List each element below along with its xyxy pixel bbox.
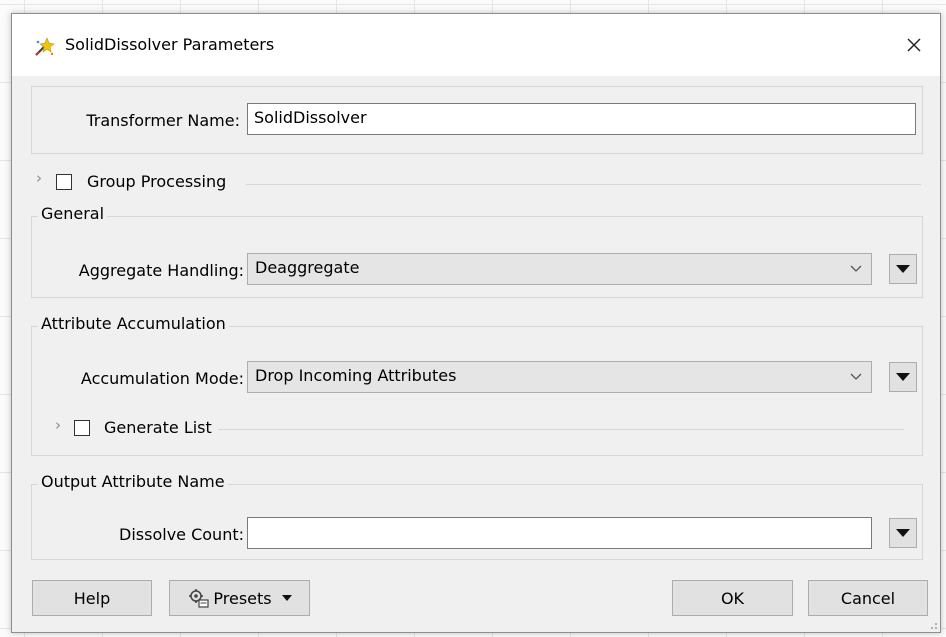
accumulation-mode-label: Accumulation Mode: bbox=[80, 369, 244, 388]
generate-list-divider bbox=[218, 429, 904, 430]
title-bar: SolidDissolver Parameters bbox=[12, 14, 940, 76]
output-attribute-name-group: Output Attribute Name Dissolve Count: bbox=[31, 472, 923, 560]
presets-gear-icon bbox=[189, 589, 209, 608]
cancel-button[interactable]: Cancel bbox=[808, 580, 928, 616]
transformer-name-input[interactable]: SolidDissolver bbox=[247, 103, 916, 135]
triangle-down-icon bbox=[281, 595, 292, 601]
output-attribute-name-legend: Output Attribute Name bbox=[38, 472, 228, 491]
accumulation-mode-menu-button[interactable] bbox=[889, 362, 917, 392]
group-processing-expander-icon[interactable]: › bbox=[36, 169, 42, 187]
presets-button-label: Presets bbox=[213, 588, 272, 608]
aggregate-handling-value: Deaggregate bbox=[255, 258, 360, 277]
close-icon bbox=[907, 38, 921, 52]
generate-list-checkbox[interactable] bbox=[74, 420, 90, 436]
generate-list-expander-icon[interactable]: › bbox=[55, 416, 61, 434]
resize-grip-icon[interactable] bbox=[928, 620, 938, 630]
aggregate-handling-label: Aggregate Handling: bbox=[78, 261, 244, 280]
accumulation-mode-select[interactable]: Drop Incoming Attributes bbox=[247, 361, 872, 393]
transformer-wand-icon bbox=[35, 37, 55, 56]
transformer-name-group: Transformer Name: SolidDissolver bbox=[31, 86, 923, 154]
help-button-label: Help bbox=[73, 588, 111, 608]
presets-button[interactable]: Presets bbox=[169, 580, 310, 616]
chevron-down-icon bbox=[850, 265, 862, 272]
dissolve-count-input[interactable] bbox=[247, 517, 872, 549]
parameters-dialog: SolidDissolver Parameters Transformer Na… bbox=[11, 13, 941, 633]
triangle-down-icon bbox=[896, 373, 910, 381]
ok-button-label: OK bbox=[720, 588, 745, 608]
transformer-name-label: Transformer Name: bbox=[86, 111, 240, 130]
triangle-down-icon bbox=[896, 265, 910, 273]
chevron-down-icon bbox=[850, 373, 862, 380]
accumulation-mode-value: Drop Incoming Attributes bbox=[255, 366, 457, 385]
attribute-accumulation-legend: Attribute Accumulation bbox=[38, 314, 229, 333]
dissolve-count-menu-button[interactable] bbox=[889, 518, 917, 548]
group-processing-divider bbox=[246, 184, 921, 185]
group-processing-checkbox[interactable] bbox=[56, 174, 72, 190]
cancel-button-label: Cancel bbox=[840, 588, 896, 608]
generate-list-label[interactable]: Generate List bbox=[104, 418, 212, 437]
help-button[interactable]: Help bbox=[32, 580, 152, 616]
aggregate-handling-menu-button[interactable] bbox=[889, 254, 917, 284]
dialog-title: SolidDissolver Parameters bbox=[65, 35, 275, 54]
ok-button[interactable]: OK bbox=[672, 580, 793, 616]
attribute-accumulation-group: Attribute Accumulation Accumulation Mode… bbox=[31, 314, 923, 456]
group-processing-label[interactable]: Group Processing bbox=[87, 172, 226, 191]
close-button[interactable] bbox=[896, 28, 932, 62]
triangle-down-icon bbox=[896, 529, 910, 537]
dissolve-count-label: Dissolve Count: bbox=[119, 525, 244, 544]
general-group: General Aggregate Handling: Deaggregate bbox=[31, 204, 923, 298]
general-legend: General bbox=[38, 204, 108, 223]
aggregate-handling-select[interactable]: Deaggregate bbox=[247, 253, 872, 285]
